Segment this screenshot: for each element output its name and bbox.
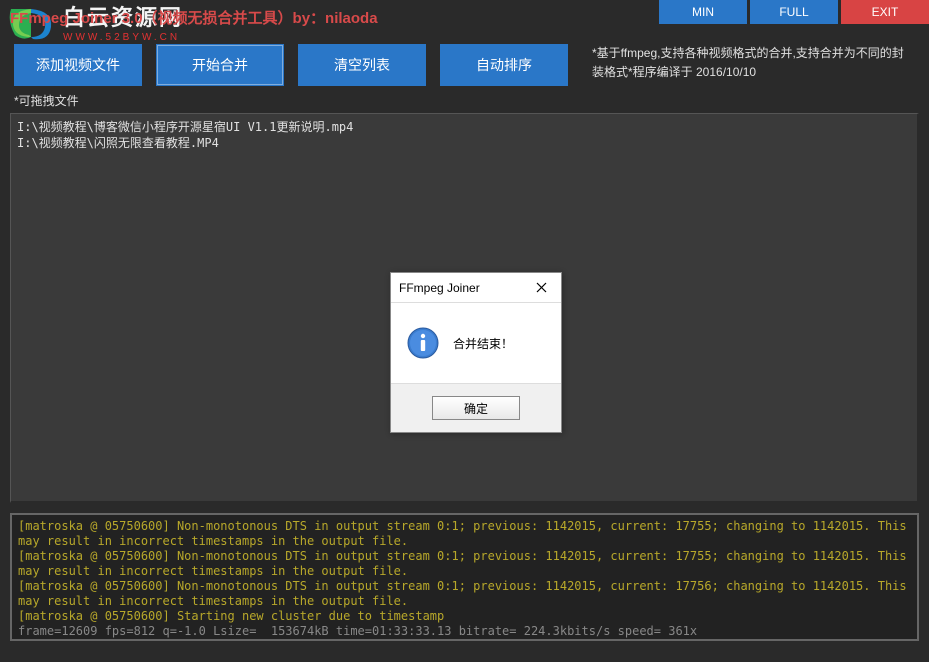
- titlebar: 白云资源网 WWW.52BYW.CN FFmpeg Joiner 3.0（视频无…: [0, 0, 929, 34]
- info-icon: [407, 327, 439, 359]
- drag-hint-label: *可拖拽文件: [0, 92, 929, 113]
- clear-list-button[interactable]: 清空列表: [298, 44, 426, 86]
- dialog-title: FFmpeg Joiner: [399, 281, 529, 295]
- dialog-message: 合并结束！: [453, 335, 513, 352]
- info-text: *基于ffmpeg,支持各种视频格式的合并,支持合并为不同的封装格式*程序编译于…: [582, 44, 915, 82]
- window-controls: MIN FULL EXIT: [659, 0, 929, 24]
- watermark-sub-text: WWW.52BYW.CN: [63, 32, 183, 43]
- ok-button[interactable]: 确定: [432, 396, 520, 420]
- message-dialog: FFmpeg Joiner 合并结束！ 确定: [390, 272, 562, 433]
- log-output[interactable]: [matroska @ 05750600] Non-monotonous DTS…: [10, 513, 919, 641]
- file-entry[interactable]: I:\视频教程\闪照无限查看教程.MP4: [17, 136, 911, 152]
- minimize-button[interactable]: MIN: [659, 0, 747, 24]
- start-merge-button[interactable]: 开始合并: [156, 44, 284, 86]
- exit-button[interactable]: EXIT: [841, 0, 929, 24]
- fullscreen-button[interactable]: FULL: [750, 0, 838, 24]
- dialog-body: 合并结束！: [391, 303, 561, 383]
- dialog-titlebar[interactable]: FFmpeg Joiner: [391, 273, 561, 303]
- auto-sort-button[interactable]: 自动排序: [440, 44, 568, 86]
- close-icon[interactable]: [529, 278, 553, 298]
- dialog-footer: 确定: [391, 383, 561, 432]
- file-entry[interactable]: I:\视频教程\博客微信小程序开源星宿UI V1.1更新说明.mp4: [17, 120, 911, 136]
- app-title: FFmpeg Joiner 3.0（视频无损合并工具）by：nilaoda: [10, 7, 378, 28]
- add-video-button[interactable]: 添加视频文件: [14, 44, 142, 86]
